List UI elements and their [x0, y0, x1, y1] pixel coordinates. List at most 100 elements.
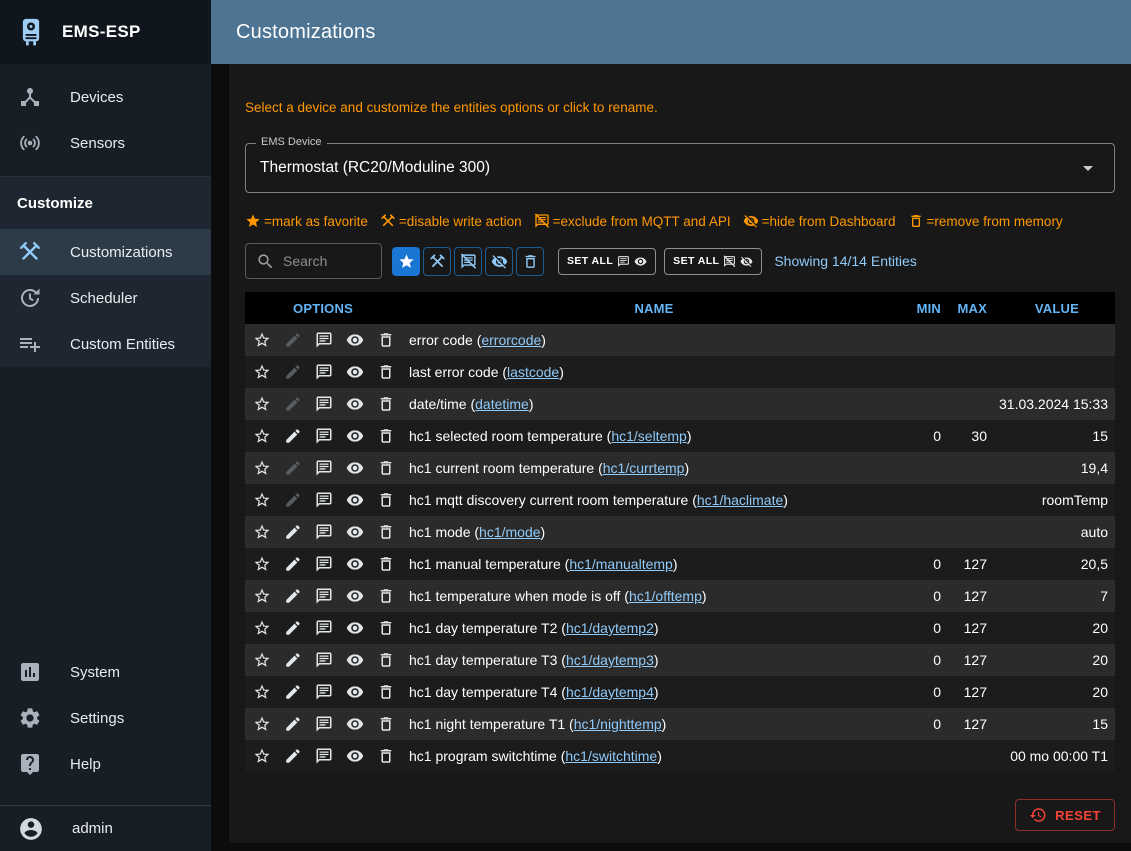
entity-shortname-link[interactable]: hc1/seltemp: [611, 428, 686, 444]
entity-shortname-link[interactable]: datetime: [475, 396, 529, 412]
entity-shortname-link[interactable]: lastcode: [507, 364, 559, 380]
row-mqtt-button[interactable]: [309, 581, 340, 611]
row-edit-button[interactable]: [278, 485, 309, 515]
row-visibility-button[interactable]: [339, 389, 370, 419]
row-edit-button[interactable]: [278, 325, 309, 355]
row-visibility-button[interactable]: [339, 549, 370, 579]
row-delete-button[interactable]: [370, 677, 401, 707]
row-favorite-button[interactable]: [247, 581, 278, 611]
ems-device-select[interactable]: EMS Device Thermostat (RC20/Moduline 300…: [245, 143, 1115, 193]
row-visibility-button[interactable]: [339, 677, 370, 707]
row-mqtt-button[interactable]: [309, 613, 340, 643]
filter-mqtt-exclude-button[interactable]: [454, 247, 482, 276]
row-delete-button[interactable]: [370, 645, 401, 675]
row-edit-button[interactable]: [278, 677, 309, 707]
row-favorite-button[interactable]: [247, 517, 278, 547]
row-delete-button[interactable]: [370, 517, 401, 547]
row-favorite-button[interactable]: [247, 613, 278, 643]
entity-shortname-link[interactable]: hc1/switchtime: [565, 748, 657, 764]
row-visibility-button[interactable]: [339, 453, 370, 483]
row-favorite-button[interactable]: [247, 741, 278, 771]
row-edit-button[interactable]: [278, 549, 309, 579]
row-mqtt-button[interactable]: [309, 325, 340, 355]
row-favorite-button[interactable]: [247, 677, 278, 707]
entity-shortname-link[interactable]: hc1/haclimate: [697, 492, 783, 508]
row-favorite-button[interactable]: [247, 645, 278, 675]
row-delete-button[interactable]: [370, 453, 401, 483]
sidebar-item-help[interactable]: Help: [0, 741, 211, 787]
row-visibility-button[interactable]: [339, 517, 370, 547]
row-favorite-button[interactable]: [247, 357, 278, 387]
row-visibility-button[interactable]: [339, 581, 370, 611]
row-favorite-button[interactable]: [247, 421, 278, 451]
row-delete-button[interactable]: [370, 485, 401, 515]
row-delete-button[interactable]: [370, 549, 401, 579]
entity-shortname-link[interactable]: hc1/mode: [479, 524, 540, 540]
entity-shortname-link[interactable]: hc1/offtemp: [629, 588, 702, 604]
row-edit-button[interactable]: [278, 389, 309, 419]
sidebar-item-scheduler[interactable]: Scheduler: [0, 275, 211, 321]
set-all-hidden-button[interactable]: SET ALL: [664, 248, 762, 275]
row-mqtt-button[interactable]: [309, 677, 340, 707]
sidebar-item-custom-entities[interactable]: Custom Entities: [0, 321, 211, 367]
row-delete-button[interactable]: [370, 421, 401, 451]
row-visibility-button[interactable]: [339, 709, 370, 739]
row-delete-button[interactable]: [370, 741, 401, 771]
sidebar-item-devices[interactable]: Devices: [0, 74, 211, 120]
row-edit-button[interactable]: [278, 421, 309, 451]
row-mqtt-button[interactable]: [309, 485, 340, 515]
entity-shortname-link[interactable]: hc1/daytemp3: [566, 652, 654, 668]
row-mqtt-button[interactable]: [309, 357, 340, 387]
row-edit-button[interactable]: [278, 645, 309, 675]
row-favorite-button[interactable]: [247, 709, 278, 739]
set-all-visible-button[interactable]: SET ALL: [558, 248, 656, 275]
row-visibility-button[interactable]: [339, 485, 370, 515]
row-delete-button[interactable]: [370, 613, 401, 643]
entity-shortname-link[interactable]: hc1/manualtemp: [569, 556, 673, 572]
filter-hide-button[interactable]: [485, 247, 513, 276]
row-delete-button[interactable]: [370, 389, 401, 419]
entity-shortname-link[interactable]: hc1/daytemp2: [566, 620, 654, 636]
row-mqtt-button[interactable]: [309, 517, 340, 547]
entity-shortname-link[interactable]: errorcode: [481, 332, 541, 348]
sidebar-item-system[interactable]: System: [0, 649, 211, 695]
row-delete-button[interactable]: [370, 357, 401, 387]
row-visibility-button[interactable]: [339, 421, 370, 451]
row-mqtt-button[interactable]: [309, 741, 340, 771]
row-delete-button[interactable]: [370, 709, 401, 739]
row-edit-button[interactable]: [278, 357, 309, 387]
row-edit-button[interactable]: [278, 517, 309, 547]
row-favorite-button[interactable]: [247, 549, 278, 579]
row-mqtt-button[interactable]: [309, 549, 340, 579]
row-favorite-button[interactable]: [247, 325, 278, 355]
row-mqtt-button[interactable]: [309, 709, 340, 739]
row-delete-button[interactable]: [370, 581, 401, 611]
row-mqtt-button[interactable]: [309, 645, 340, 675]
filter-remove-button[interactable]: [516, 247, 544, 276]
filter-favorite-button[interactable]: [392, 247, 420, 276]
row-visibility-button[interactable]: [339, 613, 370, 643]
sidebar-item-settings[interactable]: Settings: [0, 695, 211, 741]
sidebar-item-sensors[interactable]: Sensors: [0, 120, 211, 166]
row-visibility-button[interactable]: [339, 645, 370, 675]
row-edit-button[interactable]: [278, 581, 309, 611]
row-mqtt-button[interactable]: [309, 421, 340, 451]
row-visibility-button[interactable]: [339, 357, 370, 387]
row-delete-button[interactable]: [370, 325, 401, 355]
row-favorite-button[interactable]: [247, 453, 278, 483]
row-edit-button[interactable]: [278, 453, 309, 483]
row-mqtt-button[interactable]: [309, 389, 340, 419]
row-edit-button[interactable]: [278, 709, 309, 739]
sidebar-user-admin[interactable]: admin: [0, 806, 211, 851]
reset-button[interactable]: RESET: [1015, 799, 1115, 831]
row-visibility-button[interactable]: [339, 325, 370, 355]
row-favorite-button[interactable]: [247, 389, 278, 419]
row-mqtt-button[interactable]: [309, 453, 340, 483]
row-edit-button[interactable]: [278, 613, 309, 643]
sidebar-section-customize[interactable]: Customize: [0, 177, 211, 229]
search-input[interactable]: [283, 253, 371, 269]
entity-shortname-link[interactable]: hc1/currtemp: [603, 460, 685, 476]
row-visibility-button[interactable]: [339, 741, 370, 771]
row-favorite-button[interactable]: [247, 485, 278, 515]
entity-shortname-link[interactable]: hc1/nighttemp: [574, 716, 662, 732]
